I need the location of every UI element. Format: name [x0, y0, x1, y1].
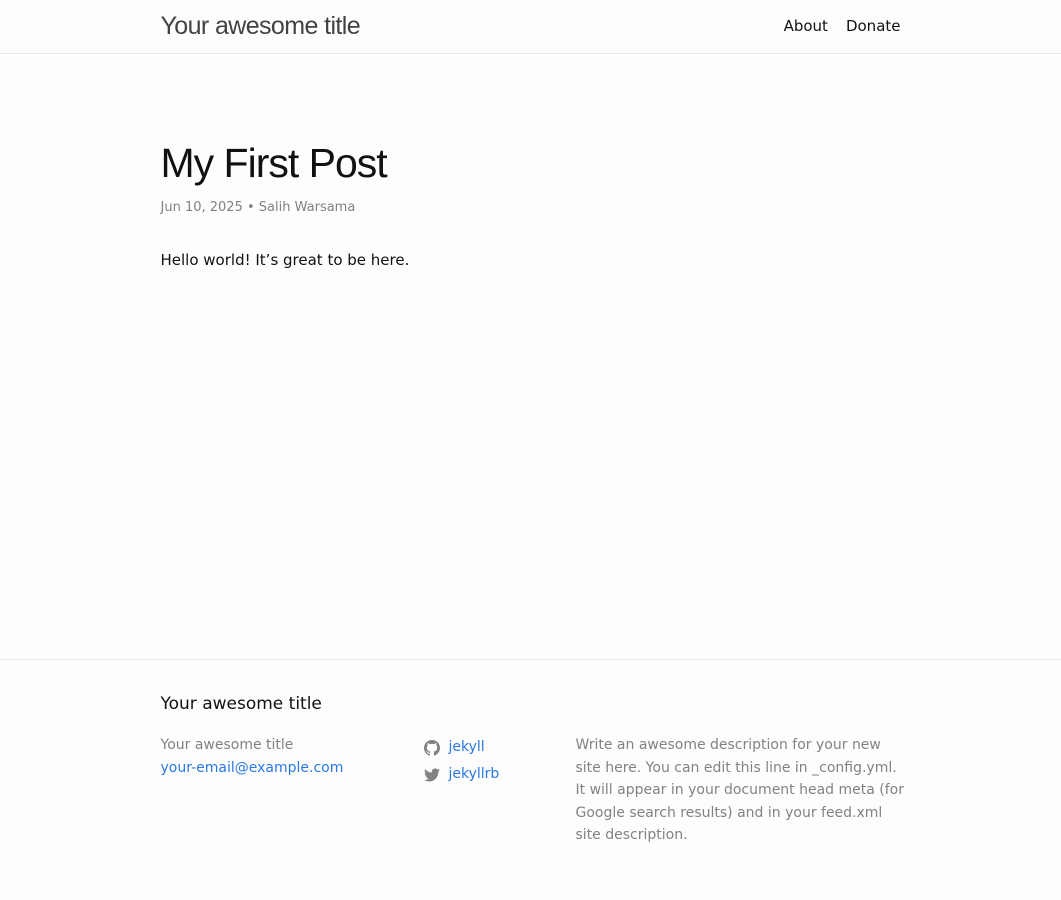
nav-about-link[interactable]: About [784, 17, 828, 35]
post-title: My First Post [160, 140, 388, 186]
footer-site-name: Your awesome title [160, 737, 294, 753]
social-item-twitter: jekyllrb [423, 761, 500, 788]
site-title-link[interactable]: Your awesome title [161, 12, 361, 41]
meta-separator: • [246, 200, 255, 215]
footer-description: Write an awesome description for your ne… [575, 737, 905, 843]
github-icon [423, 739, 440, 756]
footer-heading: Your awesome title [160, 694, 322, 714]
social-item-github: jekyll [423, 734, 500, 761]
post-meta: Jun 10, 2025 • Salih Warsama [161, 200, 356, 215]
post-date: Jun 10, 2025 [160, 200, 243, 215]
post-body: Hello world! It’s great to be here. [160, 251, 410, 269]
site-nav: About Donate [784, 17, 901, 35]
site-footer: Your awesome title Your awesome title yo… [0, 659, 1061, 900]
post-author: Salih Warsama [258, 200, 356, 215]
site-header: Your awesome title About Donate [0, 0, 1061, 54]
footer-social-list: jekyll jekyllrb [423, 734, 500, 788]
nav-donate-link[interactable]: Donate [846, 17, 901, 35]
footer-contact-list: Your awesome title your-email@example.co… [161, 734, 344, 779]
github-link[interactable]: jekyll [449, 736, 485, 759]
twitter-icon [423, 768, 440, 781]
footer-email-link[interactable]: your-email@example.com [161, 757, 344, 780]
twitter-link[interactable]: jekyllrb [449, 763, 500, 786]
